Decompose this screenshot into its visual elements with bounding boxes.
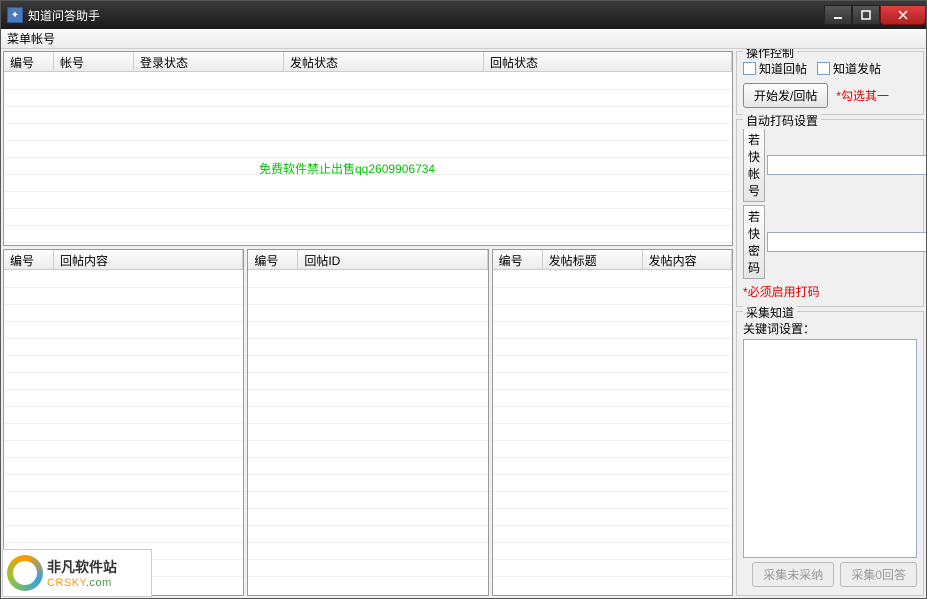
logo-cn: 非凡软件站 bbox=[47, 557, 117, 577]
window-title: 知道问答助手 bbox=[28, 7, 824, 24]
menubar: 菜单帐号 bbox=[1, 29, 926, 49]
dama-acct-label: 若快帐号 bbox=[743, 128, 765, 202]
dama-title: 自动打码设置 bbox=[743, 112, 821, 129]
column-header[interactable]: 编号 bbox=[4, 52, 54, 71]
accounts-grid[interactable]: 编号帐号登录状态发帖状态回帖状态 免费软件禁止出售qq2609906734 bbox=[3, 51, 733, 246]
dama-acct-input[interactable] bbox=[767, 155, 926, 175]
menu-account[interactable]: 菜单帐号 bbox=[7, 30, 55, 47]
reply-id-grid[interactable]: 编号回帖ID bbox=[247, 249, 488, 596]
collect-group: 采集知道 关键词设置： 采集未采纳 采集0回答 bbox=[736, 311, 924, 596]
keyword-textarea[interactable] bbox=[743, 339, 917, 558]
column-header[interactable]: 编号 bbox=[493, 250, 543, 269]
app-icon: ✦ bbox=[7, 7, 23, 23]
logo-icon bbox=[7, 555, 43, 591]
logo-overlay: 非凡软件站 CRSKY.com bbox=[2, 549, 152, 597]
dama-pwd-label: 若快密码 bbox=[743, 205, 765, 279]
collect-zero-button[interactable]: 采集0回答 bbox=[840, 562, 917, 587]
minimize-button[interactable] bbox=[824, 5, 852, 25]
start-button[interactable]: 开始发/回帖 bbox=[743, 83, 828, 108]
post-grid[interactable]: 编号发帖标题发帖内容 bbox=[492, 249, 733, 596]
dama-pwd-input[interactable] bbox=[767, 232, 926, 252]
ops-note: *勾选其一 bbox=[836, 87, 889, 104]
collect-title: 采集知道 bbox=[743, 304, 797, 321]
collect-unadopted-button[interactable]: 采集未采纳 bbox=[752, 562, 834, 587]
column-header[interactable]: 编号 bbox=[4, 250, 54, 269]
column-header[interactable]: 发帖内容 bbox=[643, 250, 732, 269]
watermark-text: 免费软件禁止出售qq2609906734 bbox=[259, 160, 435, 177]
logo-en: CRSKY.com bbox=[47, 577, 117, 589]
column-header[interactable]: 发帖状态 bbox=[284, 52, 484, 71]
maximize-button[interactable] bbox=[852, 5, 880, 25]
titlebar: ✦ 知道问答助手 bbox=[1, 1, 926, 29]
column-header[interactable]: 发帖标题 bbox=[543, 250, 643, 269]
chk-post[interactable]: 知道发帖 bbox=[817, 60, 881, 77]
column-header[interactable]: 回帖ID bbox=[298, 250, 487, 269]
dama-group: 自动打码设置 若快帐号 若快密码 *必须启用打码 bbox=[736, 119, 924, 307]
column-header[interactable]: 编号 bbox=[248, 250, 298, 269]
close-button[interactable] bbox=[880, 5, 926, 25]
keyword-label: 关键词设置： bbox=[743, 320, 917, 337]
column-header[interactable]: 帐号 bbox=[54, 52, 134, 71]
ops-title: 操作控制 bbox=[743, 49, 797, 61]
chk-reply[interactable]: 知道回帖 bbox=[743, 60, 807, 77]
column-header[interactable]: 回帖内容 bbox=[54, 250, 243, 269]
ops-group: 操作控制 知道回帖 知道发帖 开始发/回帖 *勾选其一 bbox=[736, 51, 924, 115]
column-header[interactable]: 回帖状态 bbox=[484, 52, 732, 71]
column-header[interactable]: 登录状态 bbox=[134, 52, 284, 71]
reply-content-grid[interactable]: 编号回帖内容 bbox=[3, 249, 244, 596]
dama-note: *必须启用打码 bbox=[743, 283, 917, 300]
